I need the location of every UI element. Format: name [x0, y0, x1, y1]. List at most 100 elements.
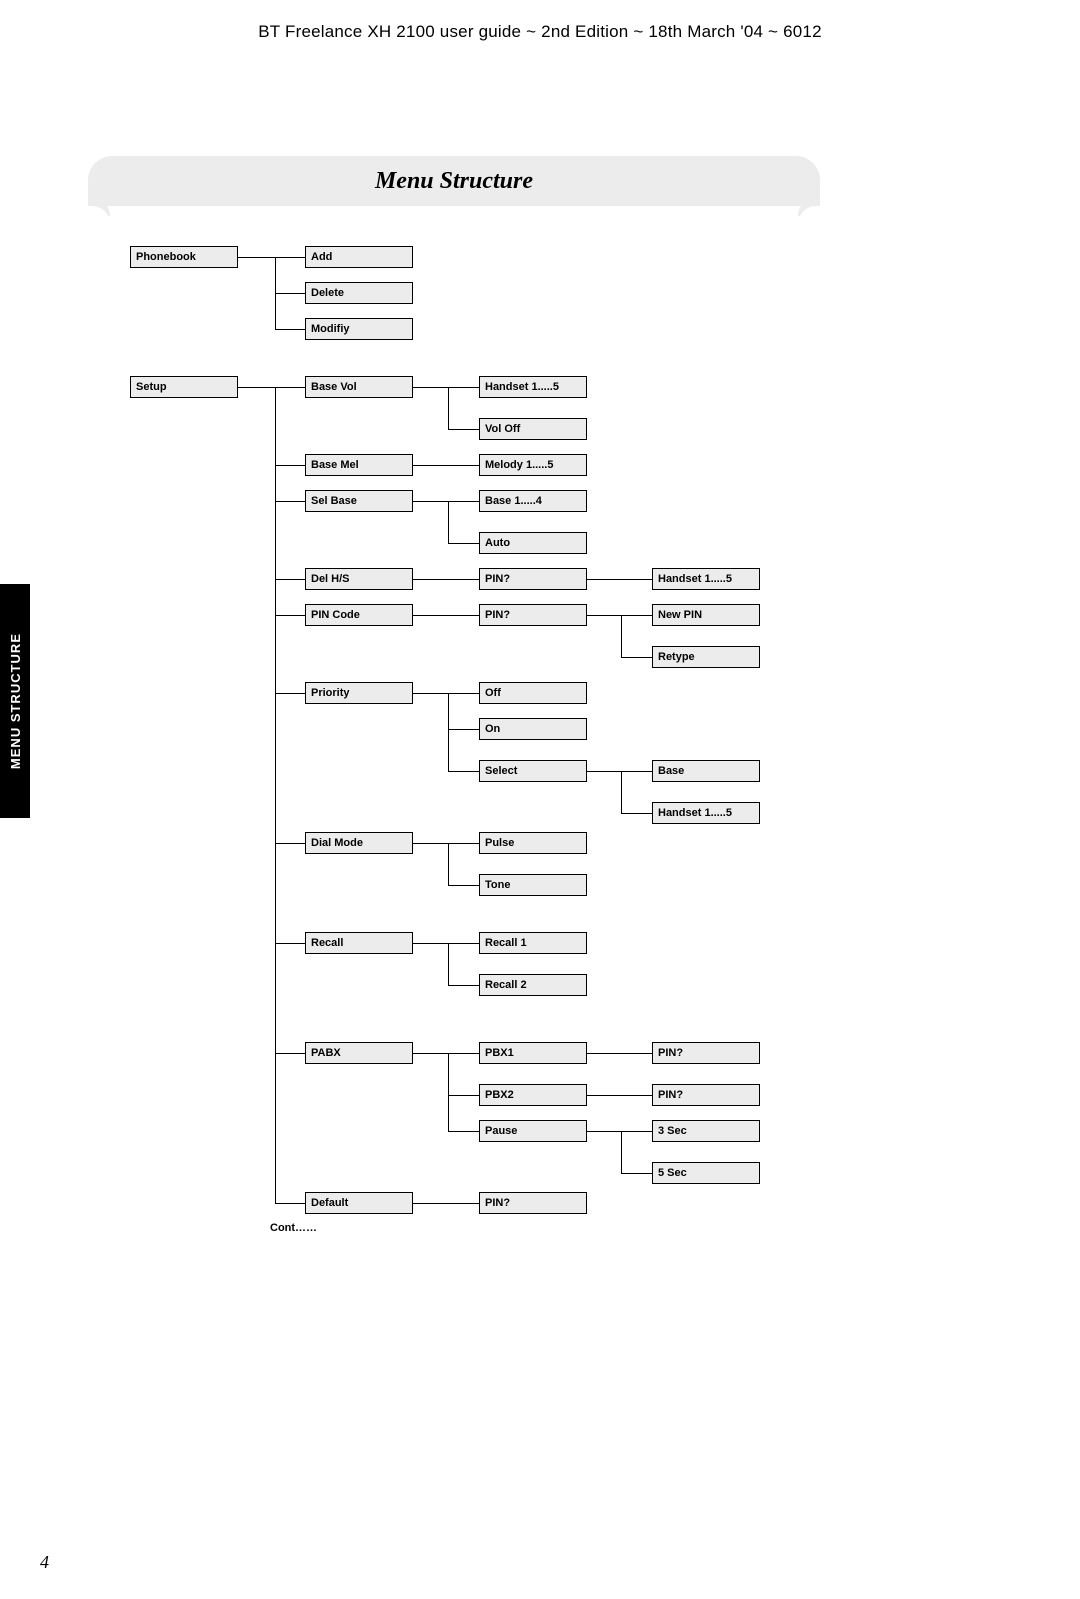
connector — [413, 693, 448, 694]
box-pulse: Pulse — [479, 832, 587, 854]
page-title: Menu Structure — [375, 168, 533, 195]
connector — [621, 813, 652, 814]
connector — [621, 657, 652, 658]
connector — [587, 1131, 621, 1132]
box-handset15-c: Handset 1.....5 — [652, 802, 760, 824]
connector — [448, 843, 449, 885]
connector — [448, 429, 479, 430]
box-pabx: PABX — [305, 1042, 413, 1064]
connector — [413, 843, 448, 844]
box-melody15: Melody 1.....5 — [479, 454, 587, 476]
connector — [275, 615, 305, 616]
side-tab-label: MENU STRUCTURE — [8, 633, 23, 769]
box-priority: Priority — [305, 682, 413, 704]
connector — [275, 1203, 305, 1204]
connector — [587, 615, 621, 616]
box-3sec: 3 Sec — [652, 1120, 760, 1142]
box-pbx2: PBX2 — [479, 1084, 587, 1106]
connector — [275, 943, 305, 944]
connector — [275, 501, 305, 502]
connector — [621, 771, 622, 813]
connector — [275, 465, 305, 466]
header-text: BT Freelance XH 2100 user guide ~ 2nd Ed… — [0, 22, 1080, 42]
connector — [238, 387, 275, 388]
connector — [621, 615, 652, 616]
connector — [448, 885, 479, 886]
box-tone: Tone — [479, 874, 587, 896]
box-phonebook: Phonebook — [130, 246, 238, 268]
connector — [413, 387, 448, 388]
connector — [275, 329, 305, 330]
connector — [448, 943, 449, 985]
connector — [448, 1053, 449, 1131]
banner-curve-right — [798, 206, 820, 224]
connector — [413, 943, 448, 944]
box-recall: Recall — [305, 932, 413, 954]
connector — [621, 1131, 652, 1132]
connector — [448, 943, 479, 944]
connector — [448, 771, 479, 772]
connector — [275, 387, 276, 1203]
connector — [448, 387, 449, 429]
connector — [448, 729, 479, 730]
box-pin-b: PIN? — [479, 604, 587, 626]
banner-curve-left — [88, 206, 110, 224]
connector — [448, 1131, 479, 1132]
box-5sec: 5 Sec — [652, 1162, 760, 1184]
connector — [448, 543, 479, 544]
connector — [413, 1053, 448, 1054]
connector — [587, 1095, 652, 1096]
connector — [413, 1203, 479, 1204]
box-delete: Delete — [305, 282, 413, 304]
box-sel-base: Sel Base — [305, 490, 413, 512]
connector — [621, 771, 652, 772]
box-base-vol: Base Vol — [305, 376, 413, 398]
title-banner: Menu Structure — [88, 156, 820, 206]
connector — [448, 501, 449, 543]
box-pin-c: PIN? — [652, 1042, 760, 1064]
connector — [587, 1053, 652, 1054]
box-pin-a: PIN? — [479, 568, 587, 590]
box-on: On — [479, 718, 587, 740]
box-pin-d: PIN? — [652, 1084, 760, 1106]
box-pbx1: PBX1 — [479, 1042, 587, 1064]
box-off: Off — [479, 682, 587, 704]
box-recall1: Recall 1 — [479, 932, 587, 954]
connector — [621, 1131, 622, 1173]
connector — [448, 1095, 479, 1096]
side-tab: MENU STRUCTURE — [0, 584, 30, 818]
connector — [413, 501, 448, 502]
connector — [275, 293, 305, 294]
box-recall2: Recall 2 — [479, 974, 587, 996]
box-base: Base — [652, 760, 760, 782]
connector — [587, 579, 652, 580]
connector — [448, 1053, 479, 1054]
box-handset15-b: Handset 1.....5 — [652, 568, 760, 590]
box-setup: Setup — [130, 376, 238, 398]
connector — [275, 1053, 305, 1054]
connector — [275, 693, 305, 694]
box-del-hs: Del H/S — [305, 568, 413, 590]
connector — [275, 579, 305, 580]
box-auto: Auto — [479, 532, 587, 554]
box-pause: Pause — [479, 1120, 587, 1142]
box-dial-mode: Dial Mode — [305, 832, 413, 854]
box-base14: Base 1.....4 — [479, 490, 587, 512]
connector — [621, 615, 622, 657]
connector — [413, 615, 479, 616]
connector — [587, 771, 621, 772]
box-pin-e: PIN? — [479, 1192, 587, 1214]
box-retype: Retype — [652, 646, 760, 668]
connector — [621, 1173, 652, 1174]
connector — [448, 387, 479, 388]
box-handset15-a: Handset 1.....5 — [479, 376, 587, 398]
box-default: Default — [305, 1192, 413, 1214]
box-base-mel: Base Mel — [305, 454, 413, 476]
box-add: Add — [305, 246, 413, 268]
box-vol-off: Vol Off — [479, 418, 587, 440]
box-modify: Modifiy — [305, 318, 413, 340]
connector — [238, 257, 275, 258]
box-select: Select — [479, 760, 587, 782]
box-pin-code: PIN Code — [305, 604, 413, 626]
connector — [448, 843, 479, 844]
